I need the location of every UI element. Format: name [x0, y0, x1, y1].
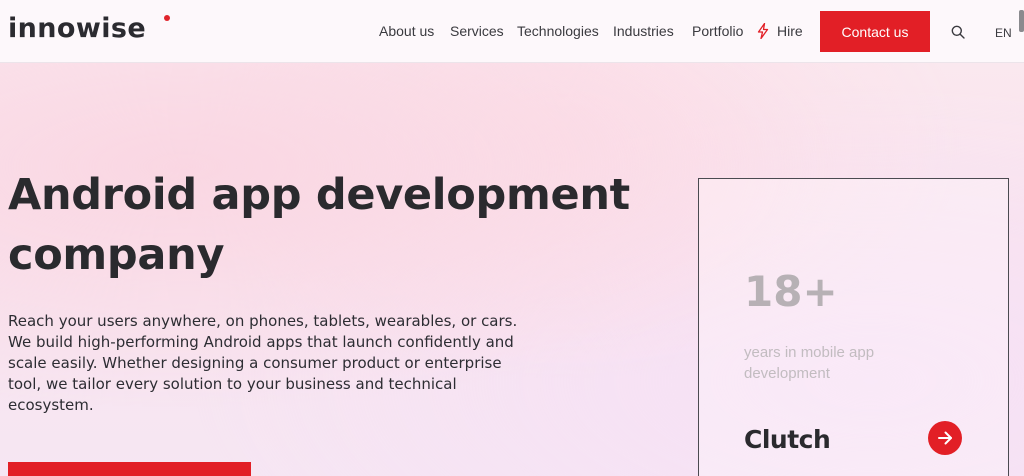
nav-industries[interactable]: Industries — [613, 23, 674, 39]
search-icon[interactable] — [951, 25, 965, 39]
stat-card: 18+ years in mobile app development Clut… — [698, 178, 1009, 476]
innowise-logo[interactable]: innowise — [8, 13, 146, 44]
contact-us-button[interactable]: Contact us — [820, 11, 930, 52]
hero-description: Reach your users anywhere, on phones, ta… — [8, 312, 518, 414]
nav-services[interactable]: Services — [450, 23, 504, 39]
page-title-line-2: company — [8, 230, 225, 280]
site-header: innowise About us Services Technologies … — [0, 0, 1024, 63]
language-selector[interactable]: EN — [995, 26, 1012, 40]
lightning-icon — [757, 23, 769, 39]
page-title-line-1: Android app development — [8, 170, 630, 220]
nav-portfolio[interactable]: Portfolio — [692, 23, 743, 39]
arrow-right-icon — [938, 431, 952, 445]
clutch-logo: Clutch — [744, 425, 831, 454]
hero-cta-button[interactable] — [8, 462, 251, 476]
nav-hire[interactable]: Hire — [777, 23, 803, 39]
stat-label: years in mobile app development — [744, 344, 875, 382]
scrollbar-thumb[interactable] — [1019, 10, 1024, 32]
page-title: Android app development company — [8, 165, 668, 285]
nav-about-us[interactable]: About us — [379, 23, 434, 39]
logo-dot — [164, 15, 170, 21]
clutch-link-button[interactable] — [928, 421, 962, 455]
nav-technologies[interactable]: Technologies — [517, 23, 599, 39]
stat-number: 18+ — [744, 267, 838, 316]
